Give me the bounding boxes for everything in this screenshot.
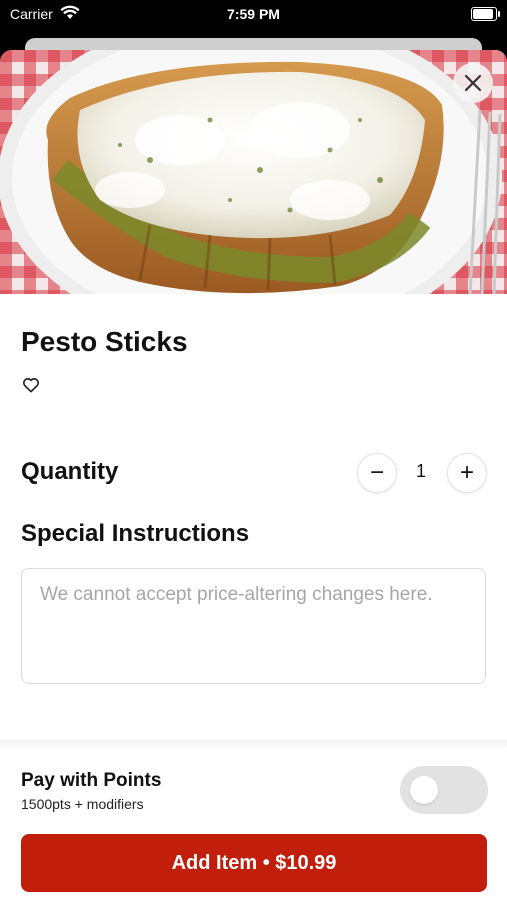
pay-with-points-label: Pay with Points [21, 770, 162, 791]
favorite-button[interactable] [21, 375, 41, 395]
quantity-value: 1 [415, 461, 426, 481]
battery-icon [471, 7, 500, 21]
close-button[interactable] [453, 63, 493, 103]
item-detail-sheet: Pesto Sticks Quantity − 1 + Special Inst… [0, 50, 507, 900]
clock: 7:59 PM [227, 6, 280, 22]
section-divider [0, 740, 507, 750]
item-photo [0, 50, 507, 294]
item-title: Pesto Sticks [21, 326, 188, 357]
pay-with-points-subtitle: 1500pts + modifiers [21, 796, 144, 812]
special-instructions-label: Special Instructions [21, 520, 250, 547]
special-instructions-input[interactable] [40, 583, 467, 669]
close-icon [464, 74, 482, 92]
decrease-quantity-button[interactable]: − [357, 453, 397, 493]
toggle-knob [410, 776, 438, 804]
quantity-label: Quantity [21, 458, 119, 485]
heart-outline-icon [23, 378, 39, 393]
special-instructions-box [21, 568, 486, 684]
add-item-button[interactable]: Add Item • $10.99 [21, 834, 487, 892]
add-item-label: Add Item • $10.99 [171, 851, 337, 874]
increase-quantity-button[interactable]: + [447, 453, 487, 493]
pay-with-points-toggle[interactable] [400, 766, 488, 814]
status-bar: Carrier 7:59 PM [0, 0, 507, 30]
